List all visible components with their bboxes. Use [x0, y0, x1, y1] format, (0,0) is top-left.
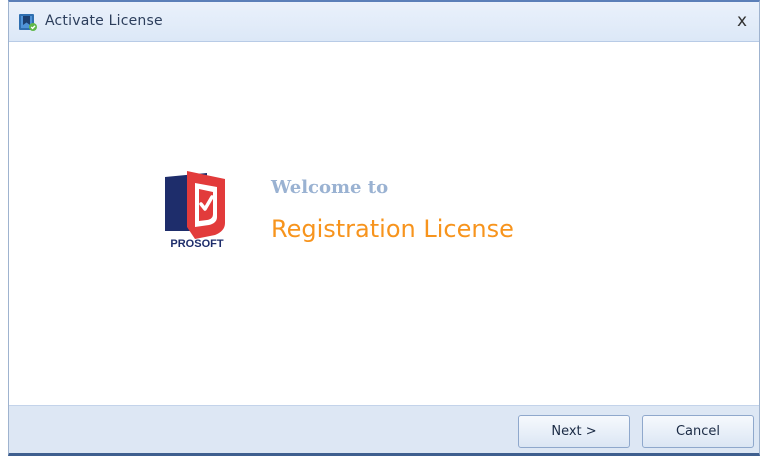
- dialog-content: PROSOFT Welcome to Registration License: [9, 43, 759, 406]
- next-button[interactable]: Next >: [518, 415, 630, 448]
- title-bar[interactable]: Activate License x: [9, 2, 759, 42]
- close-button[interactable]: x: [731, 10, 753, 32]
- dialog-footer: Next > Cancel: [9, 405, 759, 453]
- window-title: Activate License: [45, 13, 163, 29]
- logo-text: PROSOFT: [170, 238, 223, 249]
- close-icon: x: [736, 11, 748, 31]
- welcome-text: Welcome to: [271, 177, 389, 198]
- activate-license-dialog: Activate License x PROSOFT Welcome to Re…: [8, 0, 760, 456]
- prosoft-logo: PROSOFT: [165, 171, 225, 249]
- cancel-button[interactable]: Cancel: [642, 415, 754, 448]
- registration-heading: Registration License: [271, 215, 514, 243]
- license-app-icon: [19, 14, 37, 31]
